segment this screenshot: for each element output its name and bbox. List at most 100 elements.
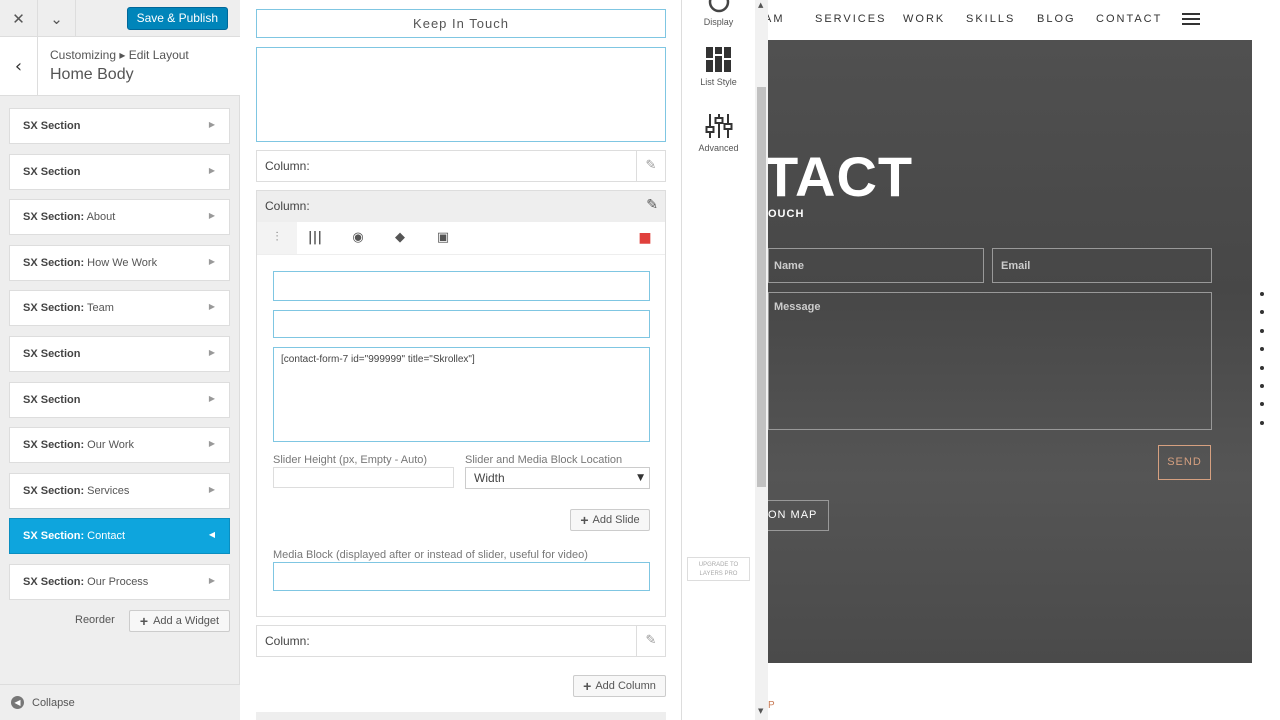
slider-height-label: Slider Height (px, Empty - Auto)	[273, 454, 428, 466]
camera-icon[interactable]: ▣	[423, 222, 463, 254]
display-button[interactable]: Display	[682, 0, 755, 27]
scroll-thumb[interactable]	[757, 87, 766, 487]
advanced-button[interactable]: Advanced	[682, 112, 755, 153]
panel-header: ‹ Customizing ▸ Edit Layout Home Body	[0, 37, 240, 96]
sidebar-section-item[interactable]: SX Section: Our Work ▶	[9, 427, 230, 464]
collapse-bar[interactable]: ◀ Collapse	[0, 684, 240, 720]
section-label: SX Section: Team	[23, 302, 114, 314]
add-slide-button[interactable]: + Add Slide	[570, 509, 650, 531]
sidebar-section-item[interactable]: SX Section ▶	[9, 153, 230, 190]
caret-left-icon: ◀	[208, 530, 215, 540]
section-label-suffix: Our Work	[84, 439, 135, 452]
column-toolbar: ⫶ ||| ◉ ◆ ▣ ■	[257, 222, 665, 255]
column-row[interactable]: Column: ✎	[256, 625, 666, 657]
column-expanded: Column: ✎ ⫶ ||| ◉ ◆ ▣ ■ [contact-form-7 …	[256, 190, 666, 617]
sidebar-section-item[interactable]: SX Section: About ▶	[9, 199, 230, 236]
double-chevron-down-icon[interactable]: ⌄	[38, 0, 76, 37]
reorder-link[interactable]: Reorder	[75, 614, 115, 626]
nav-link-work[interactable]: WORK	[903, 13, 945, 25]
sidebar-section-item[interactable]: SX Section ▶	[9, 108, 230, 144]
sidebar-section-item[interactable]: SX Section: Services ▶	[9, 472, 230, 509]
email-field[interactable]: Email	[992, 248, 1212, 283]
section-dot[interactable]	[1260, 402, 1264, 407]
nav-link-team[interactable]: AM	[768, 13, 785, 25]
section-dot[interactable]	[1260, 292, 1264, 296]
layers-icon[interactable]: ◆	[380, 222, 420, 254]
column-row[interactable]: Column: ✎	[256, 150, 666, 182]
sidebar-section-item[interactable]: SX Section: How We Work ▶	[9, 244, 230, 281]
site-nav: AM SERVICES WORK SKILLS BLOG CONTACT	[768, 0, 1280, 40]
nav-link-services[interactable]: SERVICES	[815, 13, 886, 25]
sidebar-section-item[interactable]: SX Section: Our Process ▶	[9, 563, 230, 600]
widget-editor-panel: Keep In Touch Column: ✎ Column: ✎ ⫶ ||| …	[240, 0, 682, 720]
section-label-prefix: SX Section	[23, 347, 81, 360]
location-select[interactable]: Width ▼	[465, 467, 650, 489]
section-label: SX Section	[23, 120, 80, 132]
add-widget-button[interactable]: + Add a Widget	[129, 610, 230, 632]
trash-icon[interactable]: ■	[625, 222, 665, 254]
back-chevron-icon[interactable]: ‹	[0, 37, 38, 95]
nav-link-skills[interactable]: SKILLS	[966, 13, 1015, 25]
pencil-icon[interactable]: ✎	[636, 626, 665, 656]
section-label: SX Section: Our Work	[23, 439, 134, 451]
section-label: SX Section: How We Work	[23, 257, 157, 269]
name-field[interactable]: Name	[768, 248, 984, 283]
section-label-suffix: Services	[84, 484, 130, 497]
close-icon[interactable]: ✕	[0, 0, 38, 37]
sidebar-section-item[interactable]: SX Section: Team ▶	[9, 290, 230, 327]
upgrade-button[interactable]: UPGRADE TO LAYERS PRO	[687, 557, 750, 581]
eye-icon[interactable]: ◉	[338, 222, 378, 254]
section-label-prefix: SX Section	[23, 165, 81, 178]
hamburger-menu-icon[interactable]	[1182, 13, 1200, 25]
columns-icon[interactable]: |||	[295, 222, 335, 254]
add-column-label: Add Column	[595, 680, 656, 692]
caret-right-icon: ▶	[208, 302, 215, 312]
section-label-suffix: Team	[84, 302, 114, 315]
caret-right-icon: ▶	[208, 347, 215, 357]
section-dot[interactable]	[1260, 365, 1264, 370]
widget-title-input[interactable]: Keep In Touch	[256, 9, 666, 38]
pencil-icon[interactable]: ✎	[646, 197, 658, 213]
scroll-up-icon[interactable]: ▲	[758, 1, 763, 9]
panel-scrollbar[interactable]: ▲ ▼	[755, 0, 768, 720]
add-column-button[interactable]: + Add Column	[573, 675, 666, 697]
section-dot[interactable]	[1260, 328, 1264, 333]
sidebar-section-item[interactable]: SX Section ▶	[9, 335, 230, 372]
column-title-input[interactable]	[273, 271, 650, 301]
section-dot[interactable]	[1260, 383, 1264, 388]
section-label-suffix: Our Process	[84, 575, 149, 588]
message-field[interactable]: Message	[768, 292, 1212, 430]
section-dot[interactable]	[1260, 347, 1264, 352]
caret-right-icon: ▶	[208, 439, 215, 449]
caret-down-icon: ▼	[637, 473, 644, 483]
scroll-down-icon[interactable]: ▼	[758, 707, 763, 715]
nav-link-contact[interactable]: CONTACT	[1096, 13, 1162, 25]
nav-link-blog[interactable]: BLOG	[1037, 13, 1076, 25]
save-publish-button[interactable]: Save & Publish	[126, 7, 228, 30]
section-label-prefix: SX Section:	[23, 575, 85, 588]
section-dot[interactable]	[1260, 310, 1264, 315]
list-style-button[interactable]: List Style	[682, 46, 755, 87]
collapse-arrow-icon: ◀	[11, 696, 24, 709]
sliders-icon[interactable]: ⫶	[257, 222, 297, 254]
send-button[interactable]: SEND	[1158, 445, 1211, 480]
location-value: Width	[474, 471, 505, 485]
section-list: SX Section ▶ SX Section ▶ SX Section: About ▶…	[9, 108, 230, 610]
media-block-input[interactable]	[273, 562, 650, 591]
section-dot[interactable]	[1260, 420, 1264, 425]
grid-icon	[705, 47, 731, 72]
pencil-icon[interactable]: ✎	[636, 151, 665, 181]
show-map-button[interactable]: ON MAP	[768, 500, 829, 531]
section-label-prefix: SX Section	[23, 120, 81, 132]
plus-icon: +	[583, 678, 592, 694]
column-excerpt-input[interactable]	[273, 310, 650, 338]
sidebar-section-item[interactable]: SX Section ▶	[9, 381, 230, 418]
widget-excerpt-input[interactable]	[256, 47, 666, 142]
section-label-prefix: SX Section:	[23, 211, 85, 224]
list-style-label: List Style	[700, 77, 737, 87]
slider-height-input[interactable]	[273, 467, 454, 488]
column-header[interactable]: Column: ✎	[257, 191, 665, 222]
column-content-textarea[interactable]: [contact-form-7 id="999999" title="Skrol…	[273, 347, 650, 442]
sidebar-section-item[interactable]: SX Section: Contact ◀	[9, 518, 230, 555]
contact-heading: TACT	[768, 145, 914, 208]
